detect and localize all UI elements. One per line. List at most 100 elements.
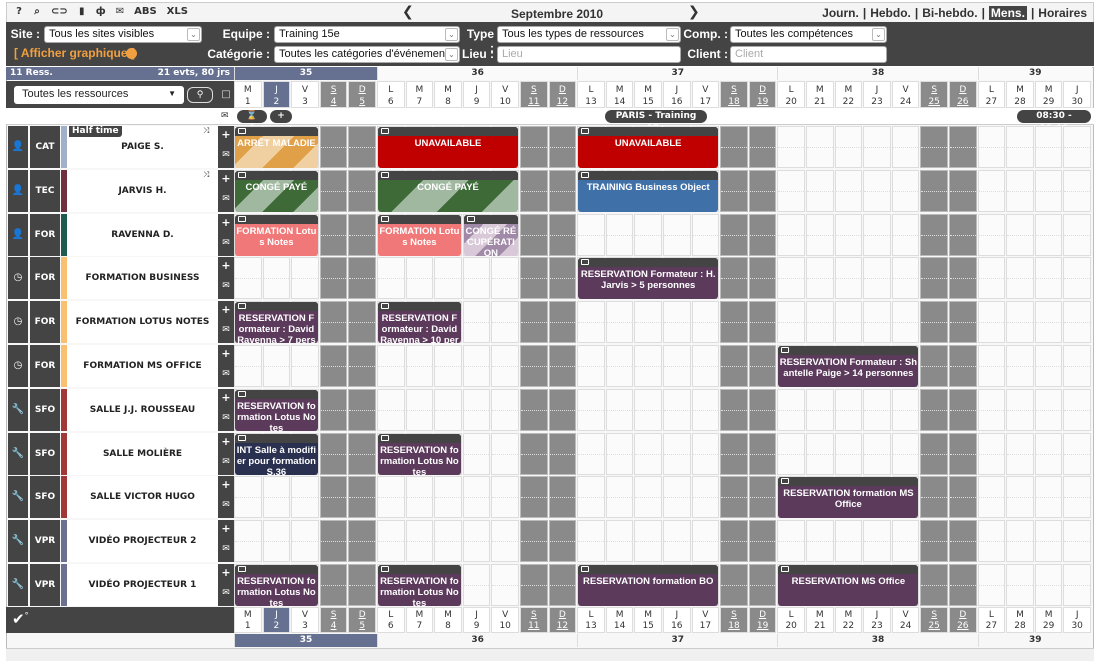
mail-icon[interactable]: ✉ — [218, 451, 234, 473]
day-cell[interactable] — [605, 476, 634, 519]
day-cell[interactable] — [348, 564, 376, 606]
view-journ[interactable]: Journ. — [822, 6, 859, 20]
event-detail-icon[interactable] — [781, 347, 790, 353]
day-cell[interactable] — [663, 345, 691, 387]
day-cell[interactable] — [605, 432, 634, 475]
day-cell[interactable] — [377, 257, 405, 300]
day-header-24[interactable]: V 24 — [891, 81, 920, 108]
day-cell[interactable] — [720, 213, 748, 256]
day-cell[interactable] — [977, 345, 1006, 387]
day-cell[interactable] — [462, 432, 491, 475]
day-cell[interactable] — [577, 213, 605, 256]
day-cell[interactable] — [949, 345, 977, 387]
day-cell[interactable] — [748, 476, 777, 519]
day-header-14[interactable]: M 14 — [605, 607, 634, 633]
day-cell[interactable] — [319, 520, 348, 563]
day-header-11[interactable]: S 11 — [520, 607, 548, 633]
day-header-29[interactable]: M 29 — [1034, 607, 1063, 633]
add-event-button[interactable]: + — [218, 345, 234, 363]
view-mens[interactable]: Mens. — [988, 6, 1027, 20]
day-cell[interactable] — [748, 564, 777, 606]
day-cell[interactable] — [1063, 213, 1091, 256]
day-header-11[interactable]: S 11 — [520, 81, 548, 108]
day-header-21[interactable]: M 21 — [806, 607, 834, 633]
day-cell[interactable] — [605, 388, 634, 431]
day-cell[interactable] — [891, 169, 920, 212]
day-cell[interactable] — [891, 301, 920, 344]
day-cell[interactable] — [834, 388, 863, 431]
day-cell[interactable] — [434, 520, 462, 563]
day-cell[interactable] — [605, 213, 634, 256]
event-detail-icon[interactable] — [381, 303, 389, 310]
day-header-10[interactable]: V 10 — [491, 607, 519, 633]
add-event-button[interactable]: + — [218, 476, 234, 494]
day-cell[interactable] — [1006, 126, 1034, 168]
help-icon[interactable]: ? — [15, 6, 23, 17]
event-detail-icon[interactable] — [238, 434, 246, 441]
day-cell[interactable] — [462, 301, 491, 344]
add-event-button[interactable]: + — [218, 257, 234, 275]
day-cell[interactable] — [834, 213, 863, 256]
day-cell[interactable] — [691, 476, 720, 519]
day-cell[interactable] — [663, 520, 691, 563]
day-header-30[interactable]: J 30 — [1063, 81, 1091, 108]
day-cell[interactable] — [691, 345, 720, 387]
day-header-2[interactable]: J2 — [262, 81, 291, 108]
day-cell[interactable] — [891, 126, 920, 168]
day-cell[interactable] — [319, 388, 348, 431]
day-cell[interactable] — [977, 213, 1006, 256]
day-cell[interactable] — [920, 126, 948, 168]
day-cell[interactable] — [977, 432, 1006, 475]
day-cell[interactable] — [949, 126, 977, 168]
event-block[interactable]: ARRÊT MALADIE — [235, 127, 318, 168]
site-select[interactable]: Tous les sites visibles ⌄ — [44, 26, 202, 43]
resource-name[interactable]: RAVENNA D. — [67, 213, 218, 256]
day-cell[interactable] — [834, 126, 863, 168]
day-cell[interactable] — [777, 126, 805, 168]
event-block[interactable]: RESERVATION Formateur : David Ravenna > … — [378, 302, 461, 344]
day-cell[interactable] — [1063, 564, 1091, 606]
day-header-27[interactable]: L 27 — [977, 81, 1006, 108]
day-cell[interactable] — [663, 301, 691, 344]
search-icon[interactable]: ⌕ — [33, 6, 41, 17]
day-cell[interactable] — [777, 388, 805, 431]
day-cell[interactable] — [777, 169, 805, 212]
day-cell[interactable] — [806, 520, 834, 563]
day-cell[interactable] — [748, 213, 777, 256]
mail-icon[interactable]: ✉ — [218, 538, 234, 560]
event-detail-icon[interactable] — [238, 215, 246, 222]
event-detail-icon[interactable] — [238, 303, 246, 310]
add-event-button[interactable]: + — [218, 389, 234, 407]
day-header-23[interactable]: J 23 — [863, 81, 891, 108]
day-cell[interactable] — [405, 345, 434, 387]
day-cell[interactable] — [434, 257, 462, 300]
day-cell[interactable] — [720, 564, 748, 606]
day-cell[interactable] — [977, 476, 1006, 519]
day-cell[interactable] — [777, 257, 805, 300]
day-cell[interactable] — [691, 388, 720, 431]
day-cell[interactable] — [234, 520, 262, 563]
day-cell[interactable] — [777, 520, 805, 563]
day-header-9[interactable]: J9 — [462, 81, 491, 108]
day-header-29[interactable]: M 29 — [1034, 81, 1063, 108]
day-cell[interactable] — [377, 520, 405, 563]
add-event-button[interactable]: + — [218, 126, 234, 144]
day-cell[interactable] — [319, 301, 348, 344]
day-cell[interactable] — [863, 169, 891, 212]
event-block[interactable]: RESERVATION MS Office — [778, 565, 919, 606]
comment-icon[interactable]: □ — [218, 81, 234, 108]
add-event-button[interactable]: + — [270, 110, 292, 123]
day-cell[interactable] — [548, 564, 577, 606]
day-cell[interactable] — [348, 257, 376, 300]
day-cell[interactable] — [1063, 476, 1091, 519]
mail-icon[interactable]: ✉ — [218, 494, 234, 516]
resource-name[interactable]: SALLE VICTOR HUGO — [67, 476, 218, 519]
day-cell[interactable] — [520, 213, 548, 256]
day-header-8[interactable]: M8 — [434, 81, 462, 108]
day-cell[interactable] — [949, 476, 977, 519]
resource-name[interactable]: VIDÉO PROJECTEUR 2 — [67, 520, 218, 563]
day-cell[interactable] — [977, 301, 1006, 344]
day-cell[interactable] — [891, 213, 920, 256]
day-cell[interactable] — [262, 476, 291, 519]
day-cell[interactable] — [462, 476, 491, 519]
